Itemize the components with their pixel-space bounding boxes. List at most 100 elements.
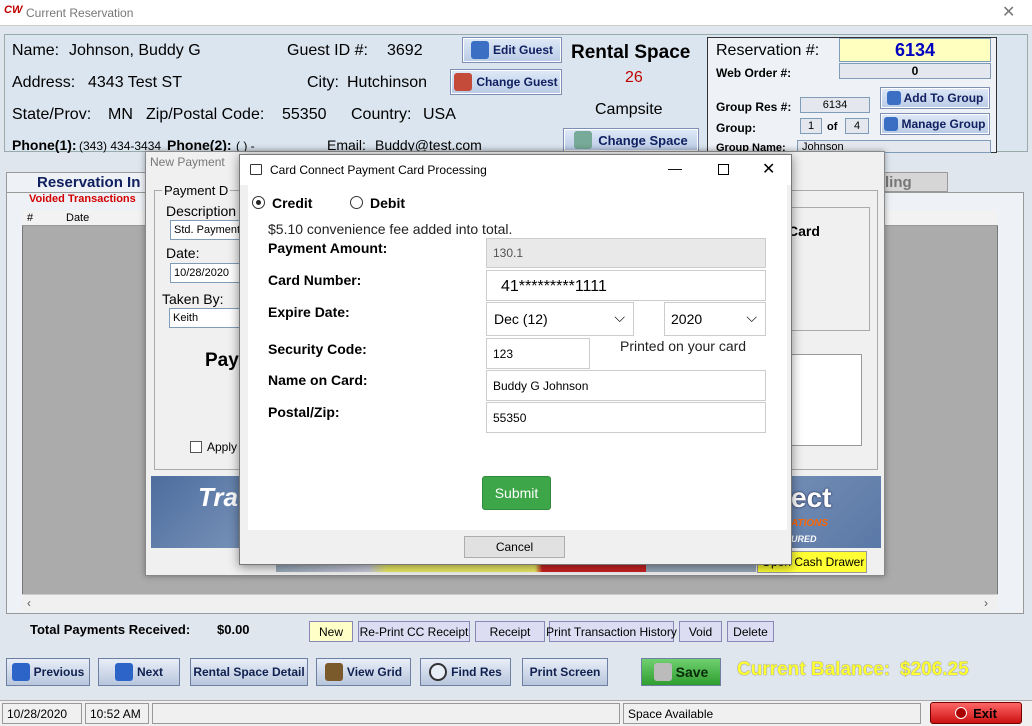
debit-label: Debit (370, 195, 405, 211)
name-on-card-label: Name on Card: (268, 372, 368, 388)
cancel-button[interactable]: Cancel (464, 536, 565, 558)
card-number-field[interactable]: 41*********1111 (486, 270, 766, 301)
app-logo-icon: CW (4, 4, 23, 16)
expire-label: Expire Date: (268, 304, 350, 320)
close-icon[interactable]: ✕ (1002, 2, 1015, 22)
card-label: Card (788, 223, 820, 239)
notes-box (786, 354, 862, 446)
add-to-group-button[interactable]: Add To Group (880, 87, 990, 109)
payment-details-label: Payment D (162, 183, 231, 198)
total-payments-value: $0.00 (217, 622, 250, 637)
previous-button[interactable]: Previous (6, 658, 90, 686)
voided-transactions-link[interactable]: Voided Transactions (29, 193, 136, 205)
print-transaction-history-button[interactable]: Print Transaction History (546, 621, 677, 642)
city-label: City: (307, 74, 339, 91)
fee-note: $5.10 convenience fee added into total. (268, 221, 513, 237)
exit-icon (955, 707, 968, 719)
guest-id-label: Guest ID #: (287, 42, 368, 59)
country-value: USA (423, 106, 456, 123)
dialog-app-icon (250, 164, 262, 175)
group-res-value: 6134 (800, 97, 870, 113)
scroll-left-icon[interactable]: ‹ (27, 596, 31, 610)
group-res-label: Group Res #: (716, 100, 792, 114)
reservation-label: Reservation #: (716, 42, 820, 59)
change-guest-button[interactable]: Change Guest (450, 69, 562, 95)
status-date: 10/28/2020 (2, 703, 82, 724)
new-transaction-button[interactable]: New (309, 621, 353, 642)
manage-group-button[interactable]: Manage Group (880, 113, 990, 135)
arrow-right-icon (114, 663, 133, 681)
find-res-button[interactable]: Find Res (420, 658, 511, 686)
cc-dialog-title: Card Connect Payment Card Processing (270, 163, 487, 177)
status-space: Space Available (623, 703, 921, 724)
web-order-value: 0 (839, 63, 991, 79)
apply-checkbox[interactable] (190, 441, 202, 453)
card-number-label: Card Number: (268, 272, 362, 288)
total-payments-label: Total Payments Received: (30, 622, 191, 637)
new-payment-title: New Payment (150, 155, 225, 169)
expire-month-select[interactable]: Dec (12) ⌵ (486, 302, 634, 336)
group-manage-icon (884, 117, 899, 131)
save-button[interactable]: Save (641, 658, 721, 686)
security-code-field[interactable]: 123 (486, 338, 590, 369)
horizontal-scrollbar[interactable]: ‹ › (22, 594, 998, 611)
rental-space-type: Campsite (595, 101, 663, 118)
date-field[interactable]: 10/28/2020 (170, 263, 242, 283)
col-number-header: # (27, 212, 34, 224)
amount-field: 130.1 (486, 238, 766, 268)
edit-guest-button[interactable]: Edit Guest (462, 37, 562, 63)
expire-year-select[interactable]: 2020 ⌵ (664, 302, 766, 336)
state-label: State/Prov: (12, 106, 92, 123)
credit-radio[interactable] (252, 196, 265, 209)
address-label: Address: (12, 74, 76, 91)
current-balance-label: Current Balance: (737, 659, 891, 680)
status-blank (152, 703, 620, 724)
postal-zip-field[interactable]: 55350 (486, 402, 766, 433)
maximize-icon[interactable] (718, 164, 729, 175)
reprint-cc-receipt-button[interactable]: Re-Print CC Receipt (358, 621, 470, 642)
search-icon (429, 663, 448, 681)
debit-radio[interactable] (350, 196, 363, 209)
security-code-label: Security Code: (268, 341, 367, 357)
map-icon (574, 131, 593, 149)
guest-id-value: 3692 (387, 42, 423, 59)
city-value: Hutchinson (347, 74, 428, 91)
description-label: Description (166, 203, 237, 219)
group-total-value: 4 (845, 118, 869, 134)
zip-value: 55350 (282, 106, 327, 123)
name-on-card-field[interactable]: Buddy G Johnson (486, 370, 766, 401)
next-button[interactable]: Next (98, 658, 180, 686)
group-add-icon (886, 91, 901, 105)
name-label: Name: (12, 42, 60, 59)
delete-button[interactable]: Delete (727, 621, 774, 642)
cc-dialog-titlebar: Card Connect Payment Card Processing — ✕ (240, 155, 791, 185)
amount-label: Payment Amount: (268, 240, 388, 256)
rental-space-detail-button[interactable]: Rental Space Detail (190, 658, 308, 686)
current-balance-value: $206.25 (900, 659, 969, 680)
minimize-icon[interactable]: — (668, 160, 682, 176)
save-icon (653, 663, 672, 681)
user-icon (470, 41, 489, 59)
grid-icon (324, 663, 343, 681)
submit-button[interactable]: Submit (482, 476, 551, 510)
description-field[interactable]: Std. Payment (170, 220, 242, 240)
credit-label: Credit (272, 195, 313, 211)
print-screen-button[interactable]: Print Screen (522, 658, 608, 686)
state-value: MN (108, 106, 133, 123)
taken-by-field[interactable]: Keith (169, 308, 241, 328)
dialog-close-icon[interactable]: ✕ (762, 159, 775, 179)
exit-button[interactable]: Exit (930, 702, 1022, 724)
web-order-label: Web Order #: (716, 66, 792, 80)
view-grid-button[interactable]: View Grid (316, 658, 411, 686)
change-space-button[interactable]: Change Space (563, 128, 699, 152)
arrow-left-icon (11, 663, 30, 681)
chevron-down-icon: ⌵ (614, 309, 625, 325)
date-label: Date: (166, 245, 200, 261)
scroll-right-icon[interactable]: › (984, 596, 988, 610)
receipt-button[interactable]: Receipt (475, 621, 545, 642)
group-label: Group: (716, 121, 756, 135)
group-of-label: of (827, 121, 838, 133)
address-value: 4343 Test ST (88, 74, 182, 91)
title-bar: CW Current Reservation ✕ (0, 0, 1032, 26)
void-button[interactable]: Void (679, 621, 722, 642)
